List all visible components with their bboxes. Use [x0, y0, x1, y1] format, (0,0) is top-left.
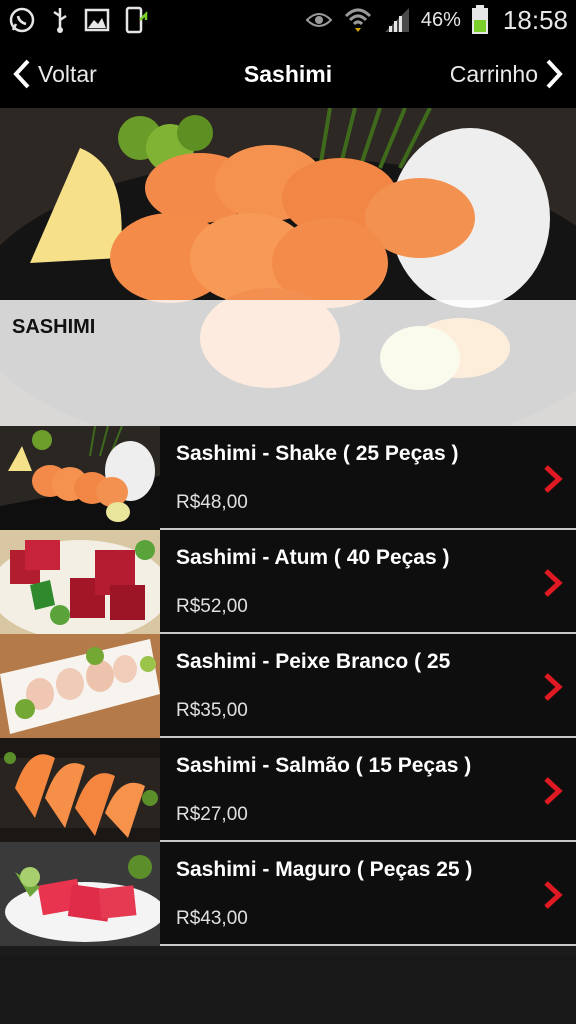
product-row-salmao[interactable]: Sashimi - Salmão ( 15 Peças ) R$27,00 [0, 738, 576, 842]
product-price: R$43,00 [176, 908, 248, 929]
product-thumbnail [0, 738, 160, 842]
phone-update-icon [125, 6, 148, 34]
cart-button[interactable]: Carrinho [450, 40, 564, 108]
chevron-right-icon [544, 569, 563, 597]
product-name: Sashimi - Shake ( 25 Peças ) [176, 442, 459, 465]
product-name: Sashimi - Atum ( 40 Peças ) [176, 546, 450, 569]
chevron-right-icon [544, 465, 563, 493]
back-label: Voltar [38, 60, 97, 87]
product-price: R$35,00 [176, 700, 248, 721]
chevron-right-icon [544, 777, 563, 805]
battery-percent: 46% [420, 8, 461, 31]
usb-icon [53, 8, 67, 33]
image-icon [84, 8, 110, 32]
product-row-atum[interactable]: Sashimi - Atum ( 40 Peças ) R$52,00 [0, 530, 576, 634]
product-thumbnail [0, 426, 160, 530]
product-thumbnail [0, 842, 160, 946]
clock: 18:58 [502, 4, 568, 35]
chevron-right-icon [546, 59, 563, 89]
chevron-left-icon [13, 59, 30, 89]
product-thumbnail [0, 634, 160, 738]
wifi-icon [344, 8, 371, 32]
product-name: Sashimi - Salmão ( 15 Peças ) [176, 754, 472, 777]
whatsapp-icon [9, 7, 35, 33]
category-title: SASHIMI [12, 316, 96, 338]
battery-icon [471, 5, 488, 34]
chevron-right-icon [544, 673, 563, 701]
product-name: Sashimi - Peixe Branco ( 25 [176, 650, 451, 673]
signal-icon [384, 8, 409, 32]
chevron-right-icon [544, 881, 563, 909]
eye-icon [305, 13, 333, 27]
list-background [0, 956, 576, 1024]
product-row-maguro[interactable]: Sashimi - Maguro ( Peças 25 ) R$43,00 [0, 842, 576, 946]
product-row-peixe-branco[interactable]: Sashimi - Peixe Branco ( 25 R$35,00 [0, 634, 576, 738]
product-row-shake[interactable]: Sashimi - Shake ( 25 Peças ) R$48,00 [0, 426, 576, 530]
cart-label: Carrinho [449, 60, 538, 87]
status-bar: 46% 18:58 [0, 0, 576, 40]
product-price: R$52,00 [176, 596, 248, 617]
back-button[interactable]: Voltar [12, 40, 97, 108]
product-thumbnail [0, 530, 160, 634]
product-price: R$27,00 [176, 804, 248, 825]
product-price: R$48,00 [176, 492, 248, 513]
category-hero: SASHIMI [0, 108, 576, 426]
product-name: Sashimi - Maguro ( Peças 25 ) [176, 858, 473, 881]
nav-bar: Voltar Sashimi Carrinho [0, 40, 576, 108]
product-list: Sashimi - Shake ( 25 Peças ) R$48,00 Sas… [0, 426, 576, 946]
